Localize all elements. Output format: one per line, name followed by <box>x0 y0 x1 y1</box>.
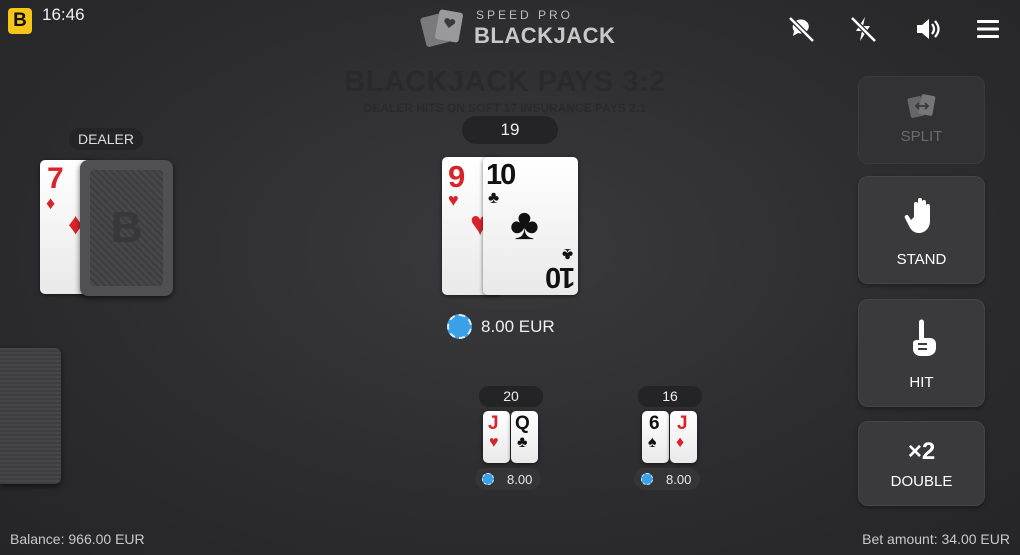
card-rank: 10 <box>486 159 516 191</box>
chip-icon <box>447 314 472 339</box>
menu-button[interactable] <box>971 12 1005 46</box>
card-back-logo: B <box>110 203 143 252</box>
hand-tap-icon <box>912 319 936 356</box>
card-rank: J <box>488 413 499 434</box>
stand-label: STAND <box>896 251 947 268</box>
hand-score: 20 <box>479 386 543 407</box>
split-label: SPLIT <box>900 128 943 145</box>
hit-button[interactable]: HIT <box>858 299 985 407</box>
dealer-label: DEALER <box>69 128 143 150</box>
chip-icon <box>482 473 494 485</box>
chip-icon <box>641 473 653 485</box>
club-suit-icon: ♣ <box>517 434 528 451</box>
side-bet: 8.00 <box>634 468 700 490</box>
card-rank: 10 <box>546 261 575 293</box>
no-chat-icon <box>788 16 815 43</box>
main-bet: 8.00 EUR <box>436 309 590 344</box>
side-card: 6 ♠ <box>642 411 669 463</box>
hit-label: HIT <box>909 374 934 391</box>
bet-amount-display: Bet amount: 34.00 EUR <box>862 531 1010 547</box>
side-card: J ♥ <box>483 411 510 463</box>
hand-score: 16 <box>638 386 702 407</box>
side-card: J ♦ <box>670 411 697 463</box>
effects-disabled-button[interactable] <box>846 12 880 46</box>
balance-display: Balance: 966.00 EUR <box>10 531 145 547</box>
bet-value: 8.00 <box>507 472 533 487</box>
diamond-suit-icon: ♦ <box>676 434 685 451</box>
heart-suit-icon: ♥ <box>489 434 499 451</box>
card-rank: 6 <box>649 413 660 434</box>
clock: 16:46 <box>42 5 85 24</box>
game-logo: SPEED PRO BLACKJACK <box>420 5 615 49</box>
split-icon <box>906 94 935 118</box>
chat-disabled-button[interactable] <box>784 12 818 46</box>
spade-suit-icon: ♠ <box>648 434 657 451</box>
split-button[interactable]: SPLIT <box>858 76 985 164</box>
logo-title: BLACKJACK <box>474 23 616 48</box>
logo-subtitle: SPEED PRO <box>476 8 574 22</box>
hand-score: 19 <box>462 116 558 144</box>
sound-button[interactable] <box>911 12 945 46</box>
card-rank: 7 <box>47 162 64 195</box>
casino-logo: B <box>8 8 32 34</box>
club-suit-icon: ♣ <box>510 200 539 249</box>
bet-value: 8.00 <box>666 472 692 487</box>
club-suit-icon: ♣ <box>488 188 500 207</box>
card-shoe <box>0 348 61 484</box>
stand-button[interactable]: STAND <box>858 176 985 284</box>
player-card: 10 ♣ ♣ ♣ 10 <box>483 157 578 295</box>
hand-stop-icon <box>904 198 930 233</box>
double-label: DOUBLE <box>890 473 953 490</box>
double-badge: ×2 <box>907 438 936 465</box>
double-button[interactable]: ×2 DOUBLE <box>858 421 985 506</box>
volume-icon <box>917 19 940 39</box>
side-card: Q ♣ <box>511 411 538 463</box>
card-rank: Q <box>515 413 530 434</box>
dealer-hole-card: B <box>80 160 173 296</box>
diamond-suit-icon: ♦ <box>46 193 56 213</box>
bet-value: 8.00 EUR <box>481 317 555 336</box>
menu-icon <box>977 20 999 38</box>
card-rank: J <box>677 413 688 434</box>
payout-rules: DEALER HITS ON SOFT 17 INSURANCE PAYS 2:… <box>363 101 647 115</box>
heart-suit-icon: ♥ <box>448 190 459 210</box>
payout-title: BLACKJACK PAYS 3:2 <box>344 66 666 98</box>
cards-logo-icon <box>420 9 463 47</box>
no-flash-icon <box>850 16 877 43</box>
side-bet: 8.00 <box>475 468 541 490</box>
card-rank: 9 <box>448 159 466 194</box>
